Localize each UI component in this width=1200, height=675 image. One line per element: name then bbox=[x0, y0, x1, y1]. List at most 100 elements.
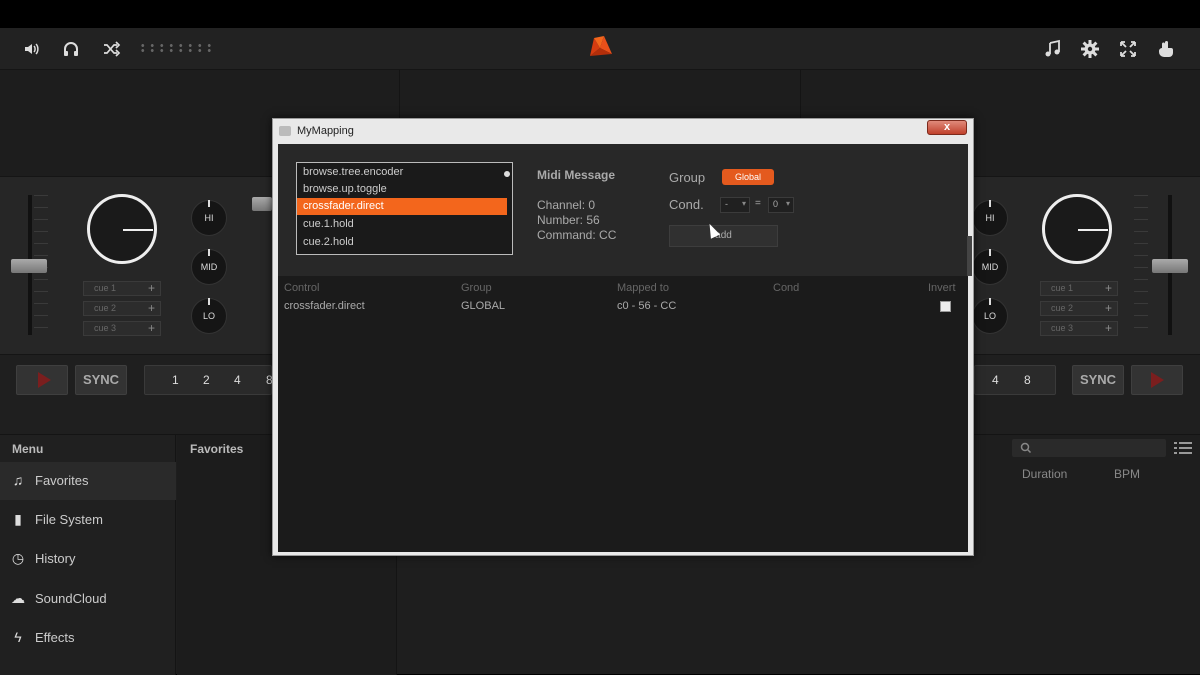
eq-hi-knob[interactable]: HI bbox=[191, 200, 227, 236]
scrollbar[interactable] bbox=[967, 236, 972, 276]
plus-icon: + bbox=[147, 321, 155, 335]
group-select-button[interactable]: Global bbox=[722, 169, 774, 185]
pitch-fader-handle[interactable] bbox=[11, 259, 47, 273]
column-header-invert[interactable]: Invert bbox=[928, 282, 956, 294]
plus-icon: + bbox=[1104, 281, 1112, 295]
deck-left: HI MID LO cue 1 + cue 2 + cue 3 + bbox=[0, 176, 272, 354]
play-button[interactable] bbox=[1131, 365, 1183, 395]
cond-value-select[interactable]: 0 ▾ bbox=[768, 197, 794, 213]
cue-label: cue 3 bbox=[94, 323, 117, 333]
midi-command: Command: CC bbox=[537, 228, 617, 242]
menu-item-label: SoundCloud bbox=[35, 591, 107, 606]
eq-lo-knob[interactable]: LO bbox=[972, 298, 1008, 334]
add-button[interactable]: add bbox=[669, 225, 778, 247]
menu-item-history[interactable]: ◷ History bbox=[0, 540, 176, 578]
loop-1-button[interactable]: 1 bbox=[172, 373, 179, 387]
play-icon bbox=[38, 372, 51, 388]
cue-label: cue 3 bbox=[1051, 323, 1074, 333]
play-button[interactable] bbox=[16, 365, 68, 395]
transport-left: SYNC 1 2 4 8 bbox=[0, 354, 273, 434]
eq-mid-knob[interactable]: MID bbox=[972, 249, 1008, 285]
group-label: Group bbox=[669, 170, 706, 185]
fader-scale bbox=[1134, 195, 1148, 335]
eq-hi-knob[interactable]: HI bbox=[972, 200, 1008, 236]
list-view-icon[interactable] bbox=[1174, 441, 1192, 455]
column-header-cond[interactable]: Cond bbox=[773, 282, 799, 294]
loop-2-button[interactable]: 2 bbox=[203, 373, 210, 387]
loop-4-button[interactable]: 4 bbox=[234, 373, 241, 387]
chevron-down-icon: ▾ bbox=[741, 199, 746, 208]
deck-right: HI MID LO cue 1 + cue 2 + cue 3 + bbox=[972, 176, 1200, 354]
headphones-icon[interactable] bbox=[61, 39, 81, 59]
loop-4-button[interactable]: 4 bbox=[992, 373, 999, 387]
music-note-icon: ♫ bbox=[12, 472, 24, 488]
loop-selector: 1 2 4 8 bbox=[144, 365, 273, 395]
fullscreen-icon[interactable] bbox=[1118, 39, 1138, 59]
menu-item-label: File System bbox=[35, 512, 103, 527]
invert-checkbox[interactable] bbox=[940, 301, 951, 312]
cue-button-1[interactable]: cue 1 + bbox=[1040, 281, 1118, 296]
play-icon bbox=[1151, 372, 1164, 388]
list-item[interactable]: cue.2.hold bbox=[297, 234, 507, 251]
menu-item-effects[interactable]: ϟ Effects bbox=[0, 619, 176, 657]
gear-icon[interactable] bbox=[1080, 39, 1100, 59]
menu-item-file-system[interactable]: ▮ File System bbox=[0, 501, 176, 539]
cue-button-3[interactable]: cue 3 + bbox=[83, 321, 161, 336]
cue-button-1[interactable]: cue 1 + bbox=[83, 281, 161, 296]
jog-wheel[interactable] bbox=[87, 194, 157, 264]
pitch-fader-handle[interactable] bbox=[1152, 259, 1188, 273]
cond-label: Cond. bbox=[669, 197, 704, 212]
list-item-selected[interactable]: crossfader.direct bbox=[297, 198, 507, 215]
midi-channel: Channel: 0 bbox=[537, 198, 596, 212]
search-icon bbox=[1020, 442, 1032, 454]
cue-button-2[interactable]: cue 2 + bbox=[83, 301, 161, 316]
sync-button[interactable]: SYNC bbox=[75, 365, 127, 395]
close-button[interactable]: x bbox=[927, 120, 967, 135]
menu-item-label: Effects bbox=[35, 630, 75, 645]
cue-label: cue 1 bbox=[1051, 283, 1074, 293]
music-note-icon[interactable] bbox=[1043, 39, 1063, 59]
column-header-duration[interactable]: Duration bbox=[1022, 467, 1067, 481]
cue-button-3[interactable]: cue 3 + bbox=[1040, 321, 1118, 336]
file-icon: ▮ bbox=[14, 511, 22, 527]
level-meter bbox=[138, 43, 214, 53]
column-header-mapped[interactable]: Mapped to bbox=[617, 282, 669, 294]
cue-button-2[interactable]: cue 2 + bbox=[1040, 301, 1118, 316]
loop-8-button[interactable]: 8 bbox=[1024, 373, 1031, 387]
menu-item-soundcloud[interactable]: ☁ SoundCloud bbox=[0, 580, 176, 618]
list-item[interactable]: cue.1.hold bbox=[297, 216, 507, 233]
eq-hi-label: HI bbox=[985, 213, 995, 223]
list-item[interactable]: browse.up.toggle bbox=[297, 181, 507, 198]
loop-selector: 4 8 bbox=[974, 365, 1056, 395]
column-header-control[interactable]: Control bbox=[284, 282, 319, 294]
cue-label: cue 2 bbox=[1051, 303, 1074, 313]
speaker-icon[interactable] bbox=[22, 39, 42, 59]
column-header-bpm[interactable]: BPM bbox=[1114, 467, 1140, 481]
column-header-group[interactable]: Group bbox=[461, 282, 492, 294]
list-item[interactable]: browse.tree.encoder bbox=[297, 164, 507, 181]
shuffle-icon[interactable] bbox=[101, 39, 121, 59]
favorites-header: Favorites bbox=[190, 442, 244, 456]
cond-operand-select[interactable]: - ▾ bbox=[720, 197, 750, 213]
menu-item-label: History bbox=[35, 551, 76, 566]
transport-right: 4 8 SYNC bbox=[974, 354, 1200, 434]
eq-lo-knob[interactable]: LO bbox=[191, 298, 227, 334]
sync-button[interactable]: SYNC bbox=[1072, 365, 1124, 395]
eq-mid-knob[interactable]: MID bbox=[191, 249, 227, 285]
search-input[interactable] bbox=[1012, 439, 1166, 457]
table-cell-control[interactable]: crossfader.direct bbox=[284, 300, 365, 312]
equals-sign: = bbox=[755, 198, 761, 209]
menu-item-favorites[interactable]: ♫ Favorites bbox=[0, 462, 176, 500]
hand-icon[interactable] bbox=[1156, 39, 1176, 59]
scrollbar-thumb[interactable] bbox=[504, 171, 510, 177]
jog-wheel[interactable] bbox=[1042, 194, 1112, 264]
select-value: - bbox=[725, 199, 728, 209]
chevron-down-icon: ▾ bbox=[785, 199, 790, 208]
table-cell-group[interactable]: GLOBAL bbox=[461, 300, 505, 312]
select-value: 0 bbox=[773, 199, 779, 209]
eq-hi-label: HI bbox=[204, 213, 214, 223]
crossfader-handle[interactable] bbox=[252, 197, 272, 211]
table-cell-mapped[interactable]: c0 - 56 - CC bbox=[617, 300, 676, 312]
cloud-icon: ☁ bbox=[11, 590, 25, 606]
control-list[interactable]: browse.tree.encoder browse.up.toggle cro… bbox=[296, 162, 513, 255]
